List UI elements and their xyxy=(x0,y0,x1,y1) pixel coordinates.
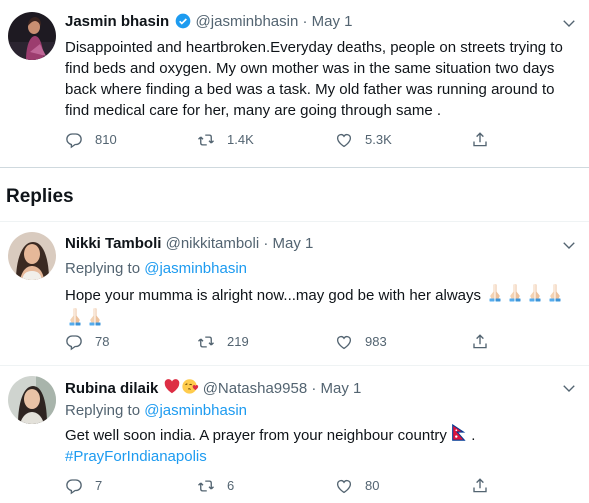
tweet-actions: 810 1.4K 5.3K xyxy=(65,131,585,151)
tweet-actions: 7 6 80 xyxy=(65,477,585,497)
nepal-flag-emoji xyxy=(452,424,466,441)
replying-to-label: Replying to xyxy=(65,402,141,419)
reply-icon xyxy=(65,477,83,495)
author-name[interactable]: Nikki Tamboli xyxy=(65,235,161,252)
more-options-button[interactable] xyxy=(560,14,578,35)
retweet-icon xyxy=(197,333,215,351)
retweet-icon xyxy=(197,131,215,149)
praying-hands-emoji xyxy=(545,282,565,302)
replying-to-handle[interactable]: @jasminbhasin xyxy=(144,402,247,419)
replies-heading: Replies xyxy=(6,186,74,207)
chevron-down-icon xyxy=(560,236,578,254)
author-handle[interactable]: @nikkitamboli xyxy=(166,235,260,252)
share-icon xyxy=(471,131,489,149)
chevron-down-icon xyxy=(560,379,578,397)
reply-text-end: . xyxy=(467,427,476,444)
tweet-date[interactable]: May 1 xyxy=(312,13,353,30)
avatar-nikki[interactable] xyxy=(8,232,56,280)
share-button[interactable] xyxy=(471,333,501,351)
avatar-jasmin[interactable] xyxy=(8,12,56,60)
author-handle[interactable]: @jasminbhasin xyxy=(196,13,299,30)
hashtag-link[interactable]: #PrayForIndianapolis xyxy=(65,448,207,465)
tweet-header: Nikki Tamboli @nikkitamboli · May 1 xyxy=(65,234,313,254)
retweet-button[interactable]: 1.4K xyxy=(197,131,254,149)
tweet-date[interactable]: May 1 xyxy=(321,380,362,397)
like-button[interactable]: 5.3K xyxy=(335,131,392,149)
verified-badge-icon xyxy=(176,13,191,29)
replying-to: Replying to @jasminbhasin xyxy=(65,401,247,421)
praying-hands-emoji xyxy=(505,282,525,302)
retweet-count: 219 xyxy=(227,334,249,349)
tweet-actions: 78 219 983 xyxy=(65,333,585,353)
tweet-text: Hope your mumma is alright now...may god… xyxy=(65,282,577,330)
retweet-count: 6 xyxy=(227,478,235,493)
reply-text: Hope your mumma is alright now...may god… xyxy=(65,287,482,304)
replying-to-label: Replying to xyxy=(65,260,141,277)
separator-dot: · xyxy=(302,13,308,30)
like-button[interactable]: 80 xyxy=(335,477,379,495)
like-icon xyxy=(335,131,353,149)
like-icon xyxy=(335,333,353,351)
reply-count: 78 xyxy=(95,334,110,349)
praying-hands-emoji xyxy=(85,306,105,326)
share-icon xyxy=(471,333,489,351)
author-name[interactable]: Rubina dilaik xyxy=(65,380,158,397)
reply-count: 810 xyxy=(95,132,117,147)
retweet-button[interactable]: 6 xyxy=(197,477,234,495)
author-handle[interactable]: @Natasha9958 xyxy=(203,380,307,397)
heart-emoji xyxy=(164,379,179,394)
share-button[interactable] xyxy=(471,477,501,495)
tweet-text: Disappointed and heartbroken.Everyday de… xyxy=(65,39,563,119)
retweet-icon xyxy=(197,477,215,495)
reply-button[interactable]: 810 xyxy=(65,131,117,149)
reply-count: 7 xyxy=(95,478,103,493)
like-button[interactable]: 983 xyxy=(335,333,387,351)
replying-to: Replying to @jasminbhasin xyxy=(65,259,247,279)
share-icon xyxy=(471,477,489,495)
author-name[interactable]: Jasmin bhasin xyxy=(65,13,169,30)
reply-icon xyxy=(65,333,83,351)
retweet-button[interactable]: 219 xyxy=(197,333,249,351)
reply-text: Get well soon india. A prayer from your … xyxy=(65,427,447,444)
praying-hands-emoji xyxy=(485,282,505,302)
tweet-header: Rubina dilaik @Natasha9958 · May 1 xyxy=(65,377,361,399)
reply-button[interactable]: 78 xyxy=(65,333,109,351)
kiss-emoji xyxy=(181,379,198,394)
separator-dot: · xyxy=(263,235,269,252)
like-icon xyxy=(335,477,353,495)
retweet-count: 1.4K xyxy=(227,132,254,147)
section-divider xyxy=(0,167,589,168)
reply-tweet[interactable]: Rubina dilaik @Natasha9958 · May 1 Reply… xyxy=(0,366,589,503)
replying-to-handle[interactable]: @jasminbhasin xyxy=(144,260,247,277)
more-options-button[interactable] xyxy=(560,379,578,400)
avatar-rubina[interactable] xyxy=(8,376,56,424)
reply-icon xyxy=(65,131,83,149)
like-count: 983 xyxy=(365,334,387,349)
tweet-text: Get well soon india. A prayer from your … xyxy=(65,424,577,467)
like-count: 80 xyxy=(365,478,380,493)
share-button[interactable] xyxy=(471,131,501,149)
tweet-header: Jasmin bhasin @jasminbhasin · May 1 xyxy=(65,12,353,32)
chevron-down-icon xyxy=(560,14,578,32)
praying-hands-emoji xyxy=(65,306,85,326)
reply-button[interactable]: 7 xyxy=(65,477,102,495)
praying-hands-emoji xyxy=(525,282,545,302)
separator-dot: · xyxy=(311,380,317,397)
main-tweet[interactable]: Jasmin bhasin @jasminbhasin · May 1 Disa… xyxy=(0,0,589,165)
reply-tweet[interactable]: Nikki Tamboli @nikkitamboli · May 1 Repl… xyxy=(0,222,589,365)
tweet-date[interactable]: May 1 xyxy=(273,235,314,252)
more-options-button[interactable] xyxy=(560,236,578,257)
like-count: 5.3K xyxy=(365,132,392,147)
